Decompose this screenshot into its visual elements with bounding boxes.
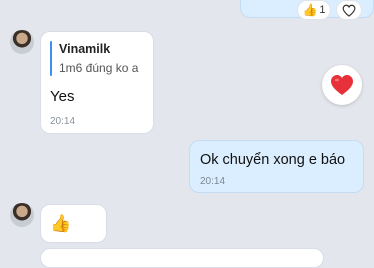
quote-bar xyxy=(50,41,52,76)
thumbs-up-icon: 👍 xyxy=(50,213,72,233)
quote-text: 1m6 đúng ko a xyxy=(59,61,139,75)
incoming-sticker-message[interactable]: 👍 xyxy=(40,204,107,243)
reaction-count: 1 xyxy=(319,4,326,16)
message-time: 20:14 xyxy=(200,176,226,187)
quote-sender: Vinamilk xyxy=(59,42,111,56)
avatar[interactable] xyxy=(10,203,34,227)
message-text: Yes xyxy=(50,88,75,105)
incoming-message[interactable]: Vinamilk 1m6 đúng ko a Yes 20:14 xyxy=(40,31,154,134)
incoming-message[interactable] xyxy=(40,248,324,268)
add-reaction-button[interactable] xyxy=(336,0,362,20)
outgoing-message[interactable]: Ok chuyển xong e báo 20:14 xyxy=(189,140,364,193)
message-time: 20:14 xyxy=(50,116,76,127)
heart-reaction-button[interactable] xyxy=(322,65,362,105)
heart-icon xyxy=(331,75,353,95)
avatar[interactable] xyxy=(10,30,34,54)
reaction-badge[interactable]: 👍 1 xyxy=(297,0,331,20)
thumbs-up-icon: 👍 xyxy=(302,3,318,17)
message-text: Ok chuyển xong e báo xyxy=(200,152,346,168)
heart-outline-icon xyxy=(342,4,356,17)
